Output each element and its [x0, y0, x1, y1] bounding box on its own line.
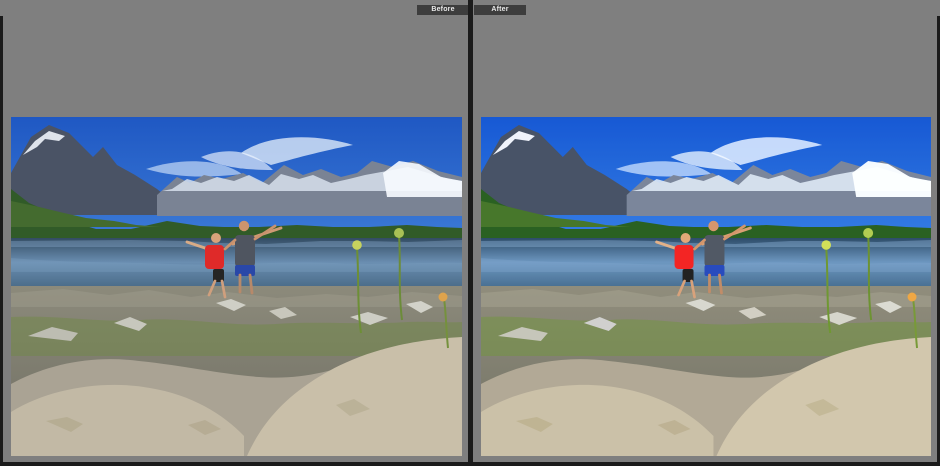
- before-photo: [11, 117, 462, 456]
- before-pane[interactable]: [3, 16, 468, 462]
- before-photo-image: [11, 117, 462, 456]
- compare-divider[interactable]: [468, 0, 473, 466]
- before-label: Before: [417, 5, 469, 15]
- after-pane[interactable]: [473, 16, 937, 462]
- after-label: After: [474, 5, 526, 15]
- after-photo-image: [481, 117, 931, 456]
- after-photo: [481, 117, 931, 456]
